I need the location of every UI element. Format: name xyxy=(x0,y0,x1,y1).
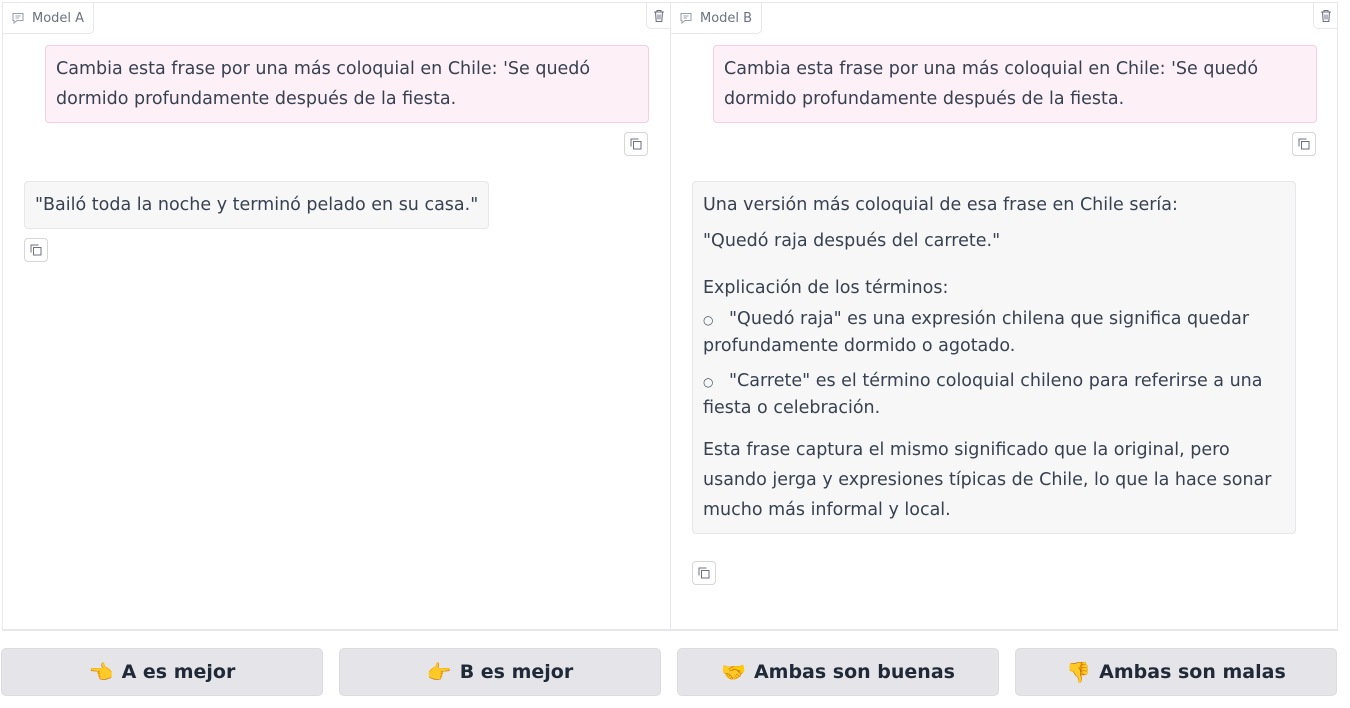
bot-explanation-heading: Explicación de los términos: xyxy=(703,278,949,298)
circle-bullet-icon: ○ xyxy=(703,313,714,327)
clear-chat-a-button[interactable] xyxy=(646,3,670,29)
chat-bubble-icon xyxy=(680,12,692,25)
trash-icon xyxy=(653,9,664,22)
bot-conclusion: Esta frase captura el mismo significado … xyxy=(703,440,1272,520)
model-a-label-text: Model A xyxy=(32,10,85,26)
copy-user-message-b-button[interactable] xyxy=(1292,132,1316,156)
list-item-text: "Carrete" es el término coloquial chilen… xyxy=(703,371,1263,418)
pointing-right-icon: 👉 xyxy=(426,660,452,684)
clear-chat-b-button[interactable] xyxy=(1313,3,1337,29)
vote-a-better-button[interactable]: 👈 A es mejor xyxy=(1,648,323,696)
list-item: ○ "Quedó raja" es una expresión chilena q… xyxy=(703,306,1285,359)
chat-bubble-icon xyxy=(12,12,24,25)
vote-b-better-button[interactable]: 👉 B es mejor xyxy=(339,648,661,696)
copy-icon xyxy=(698,567,710,579)
list-item-text: "Quedó raja" es una expresión chilena qu… xyxy=(703,309,1250,356)
handshake-icon: 🤝 xyxy=(721,660,746,684)
copy-icon xyxy=(630,138,642,150)
trash-icon xyxy=(1320,9,1331,22)
pointing-left-icon: 👈 xyxy=(88,660,114,684)
vote-both-good-button[interactable]: 🤝 Ambas son buenas xyxy=(677,648,999,696)
chat-comparison: Model A Cambia esta frase por una más co… xyxy=(2,2,1338,631)
copy-icon xyxy=(30,244,42,256)
model-a-label: Model A xyxy=(3,3,95,34)
bot-terms-list: ○ "Quedó raja" es una expresión chilena q… xyxy=(703,306,1285,421)
model-b-label-text: Model B xyxy=(700,10,753,26)
panel-model-b: Model B Cambia esta frase por una más co… xyxy=(670,3,1337,629)
copy-bot-message-a-button[interactable] xyxy=(24,238,48,262)
bot-message-b: Una versión más coloquial de esa frase e… xyxy=(692,181,1296,534)
copy-user-message-a-button[interactable] xyxy=(624,132,648,156)
bot-intro: Una versión más coloquial de esa frase e… xyxy=(703,195,1178,215)
vote-b-better-label: B es mejor xyxy=(459,661,574,683)
list-item: ○ "Carrete" es el término coloquial chile… xyxy=(703,368,1285,421)
copy-bot-message-b-button[interactable] xyxy=(692,561,716,585)
bot-message-a: "Bailó toda la noche y terminó pelado en… xyxy=(24,181,490,229)
vote-both-bad-label: Ambas son malas xyxy=(1099,661,1286,683)
vote-buttons: 👈 A es mejor 👉 B es mejor 🤝 Ambas son bu… xyxy=(0,648,1350,696)
thumbs-down-icon: 👎 xyxy=(1066,660,1092,684)
user-message-b: Cambia esta frase por una más coloquial … xyxy=(713,45,1317,123)
bot-phrase: "Quedó raja después del carrete." xyxy=(703,231,1001,251)
model-b-label: Model B xyxy=(671,3,763,34)
vote-a-better-label: A es mejor xyxy=(121,661,236,683)
copy-icon xyxy=(1298,138,1310,150)
user-message-a: Cambia esta frase por una más coloquial … xyxy=(45,45,649,123)
vote-both-good-label: Ambas son buenas xyxy=(753,661,955,683)
vote-both-bad-button[interactable]: 👎 Ambas son malas xyxy=(1015,648,1337,696)
panel-model-a: Model A Cambia esta frase por una más co… xyxy=(3,3,670,629)
circle-bullet-icon: ○ xyxy=(703,375,714,389)
